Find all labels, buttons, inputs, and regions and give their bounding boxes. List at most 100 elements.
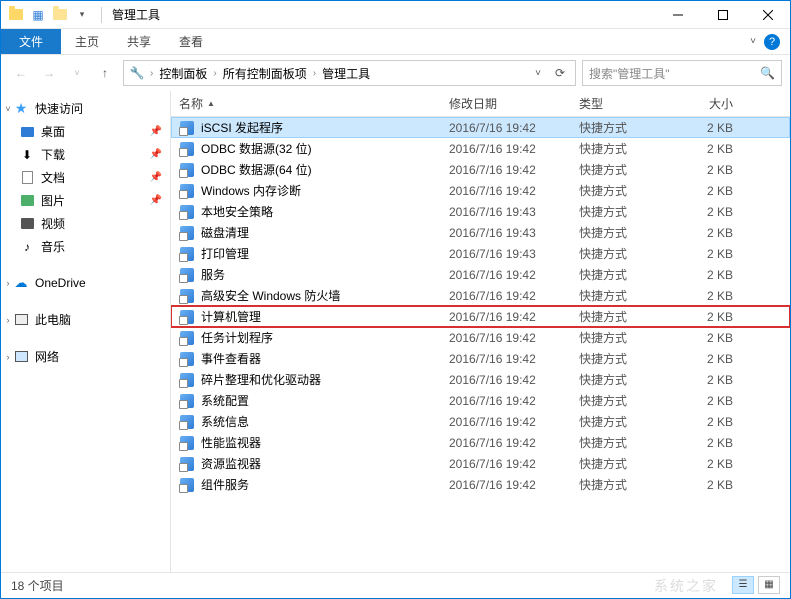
separator <box>101 7 102 23</box>
breadcrumb-item[interactable]: 控制面板 <box>157 65 209 82</box>
sidebar-item[interactable]: 图片📌 <box>1 189 170 212</box>
properties-icon[interactable]: ▦ <box>29 6 47 24</box>
details-view-button[interactable]: ☰ <box>732 576 754 594</box>
thumbnails-view-button[interactable]: ▦ <box>758 576 780 594</box>
file-row[interactable]: 碎片整理和优化驱动器 2016/7/16 19:42 快捷方式 2 KB <box>171 369 790 390</box>
sidebar-item-label: 桌面 <box>41 123 65 140</box>
file-list[interactable]: iSCSI 发起程序 2016/7/16 19:42 快捷方式 2 KB ODB… <box>171 117 790 572</box>
pin-icon: 📌 <box>150 172 162 183</box>
new-folder-icon[interactable] <box>51 6 69 24</box>
file-row[interactable]: ODBC 数据源(32 位) 2016/7/16 19:42 快捷方式 2 KB <box>171 138 790 159</box>
shortcut-icon <box>179 288 195 304</box>
column-size[interactable]: 大小 <box>671 95 741 112</box>
shortcut-icon <box>179 372 195 388</box>
file-row[interactable]: 高级安全 Windows 防火墙 2016/7/16 19:42 快捷方式 2 … <box>171 285 790 306</box>
expand-icon[interactable]: › <box>3 315 13 325</box>
file-row[interactable]: 组件服务 2016/7/16 19:42 快捷方式 2 KB <box>171 474 790 495</box>
file-type: 快捷方式 <box>571 224 671 241</box>
nav-back-button[interactable]: ← <box>9 61 33 85</box>
file-type: 快捷方式 <box>571 308 671 325</box>
file-name: 打印管理 <box>201 245 249 262</box>
sidebar-this-pc[interactable]: › 此电脑 <box>1 308 170 331</box>
sidebar-item[interactable]: ⬇下载📌 <box>1 143 170 166</box>
file-row[interactable]: 本地安全策略 2016/7/16 19:43 快捷方式 2 KB <box>171 201 790 222</box>
sidebar-network[interactable]: › 网络 <box>1 345 170 368</box>
shortcut-icon <box>179 246 195 262</box>
content-pane: 名称▲ 修改日期 类型 大小 iSCSI 发起程序 2016/7/16 19:4… <box>171 91 790 572</box>
file-size: 2 KB <box>671 415 741 429</box>
sidebar-onedrive[interactable]: › ☁ OneDrive <box>1 272 170 294</box>
expand-icon[interactable]: › <box>3 352 13 362</box>
file-name: 碎片整理和优化驱动器 <box>201 371 321 388</box>
search-input[interactable]: 搜索"管理工具" 🔍 <box>582 60 782 86</box>
file-type: 快捷方式 <box>571 476 671 493</box>
file-row[interactable]: 性能监视器 2016/7/16 19:42 快捷方式 2 KB <box>171 432 790 453</box>
column-date[interactable]: 修改日期 <box>441 95 571 112</box>
ribbon-expand-icon[interactable]: ˅ <box>750 36 756 47</box>
file-type: 快捷方式 <box>571 119 671 136</box>
file-row[interactable]: 服务 2016/7/16 19:42 快捷方式 2 KB <box>171 264 790 285</box>
file-row[interactable]: ODBC 数据源(64 位) 2016/7/16 19:42 快捷方式 2 KB <box>171 159 790 180</box>
column-name[interactable]: 名称▲ <box>171 95 441 112</box>
search-icon: 🔍 <box>760 66 775 80</box>
shortcut-icon <box>179 309 195 325</box>
file-row[interactable]: 磁盘清理 2016/7/16 19:43 快捷方式 2 KB <box>171 222 790 243</box>
video-ic-icon <box>19 216 35 232</box>
sidebar-item[interactable]: ♪音乐 <box>1 235 170 258</box>
chevron-right-icon[interactable]: › <box>311 68 318 79</box>
file-tab[interactable]: 文件 <box>1 29 61 54</box>
chevron-right-icon[interactable]: › <box>211 68 218 79</box>
address-dropdown-icon[interactable]: ˅ <box>527 62 549 84</box>
expand-icon[interactable]: › <box>3 278 13 288</box>
nav-recent-dropdown[interactable]: ˅ <box>65 61 89 85</box>
address-bar[interactable]: 🔧 › 控制面板 › 所有控制面板项 › 管理工具 ˅ ⟳ <box>123 60 576 86</box>
sidebar-label: OneDrive <box>35 276 86 290</box>
file-type: 快捷方式 <box>571 203 671 220</box>
file-row[interactable]: 资源监视器 2016/7/16 19:42 快捷方式 2 KB <box>171 453 790 474</box>
minimize-button[interactable] <box>655 1 700 29</box>
shortcut-icon <box>179 477 195 493</box>
file-row[interactable]: 系统配置 2016/7/16 19:42 快捷方式 2 KB <box>171 390 790 411</box>
chevron-right-icon[interactable]: › <box>148 68 155 79</box>
file-date: 2016/7/16 19:42 <box>441 373 571 387</box>
file-row[interactable]: Windows 内存诊断 2016/7/16 19:42 快捷方式 2 KB <box>171 180 790 201</box>
qat-customize-icon[interactable]: ▾ <box>73 6 91 24</box>
breadcrumb-item[interactable]: 所有控制面板项 <box>221 65 309 82</box>
breadcrumb-item[interactable]: 管理工具 <box>320 65 372 82</box>
file-row[interactable]: 事件查看器 2016/7/16 19:42 快捷方式 2 KB <box>171 348 790 369</box>
expand-icon[interactable]: ˅ <box>3 104 13 114</box>
tab-home[interactable]: 主页 <box>61 29 113 54</box>
file-date: 2016/7/16 19:42 <box>441 331 571 345</box>
nav-up-button[interactable]: ↑ <box>93 61 117 85</box>
file-row[interactable]: iSCSI 发起程序 2016/7/16 19:42 快捷方式 2 KB <box>171 117 790 138</box>
tab-share[interactable]: 共享 <box>113 29 165 54</box>
maximize-button[interactable] <box>700 1 745 29</box>
file-date: 2016/7/16 19:42 <box>441 289 571 303</box>
search-placeholder: 搜索"管理工具" <box>589 65 670 82</box>
nav-forward-button[interactable]: → <box>37 61 61 85</box>
help-icon[interactable]: ? <box>764 34 780 50</box>
desktop-ic-icon <box>19 124 35 140</box>
file-row[interactable]: 计算机管理 2016/7/16 19:42 快捷方式 2 KB <box>171 306 790 327</box>
file-row[interactable]: 任务计划程序 2016/7/16 19:42 快捷方式 2 KB <box>171 327 790 348</box>
refresh-icon[interactable]: ⟳ <box>549 62 571 84</box>
window-controls <box>655 1 790 29</box>
file-date: 2016/7/16 19:42 <box>441 163 571 177</box>
file-row[interactable]: 打印管理 2016/7/16 19:43 快捷方式 2 KB <box>171 243 790 264</box>
file-date: 2016/7/16 19:43 <box>441 205 571 219</box>
sidebar-item[interactable]: 视频 <box>1 212 170 235</box>
pin-icon: 📌 <box>150 126 162 137</box>
sidebar-item[interactable]: 桌面 📌 <box>1 120 170 143</box>
tab-view[interactable]: 查看 <box>165 29 217 54</box>
file-name: 服务 <box>201 266 225 283</box>
column-type[interactable]: 类型 <box>571 95 671 112</box>
pc-icon <box>13 312 29 328</box>
sidebar-quick-access[interactable]: ˅ ★ 快速访问 <box>1 97 170 120</box>
file-size: 2 KB <box>671 142 741 156</box>
titlebar: ▦ ▾ 管理工具 <box>1 1 790 29</box>
navigation-pane[interactable]: ˅ ★ 快速访问 桌面 📌 ⬇下载📌文档📌图片📌视频♪音乐 › ☁ OneDrive… <box>1 91 171 572</box>
close-button[interactable] <box>745 1 790 29</box>
sidebar-item[interactable]: 文档📌 <box>1 166 170 189</box>
shortcut-icon <box>179 435 195 451</box>
file-row[interactable]: 系统信息 2016/7/16 19:42 快捷方式 2 KB <box>171 411 790 432</box>
